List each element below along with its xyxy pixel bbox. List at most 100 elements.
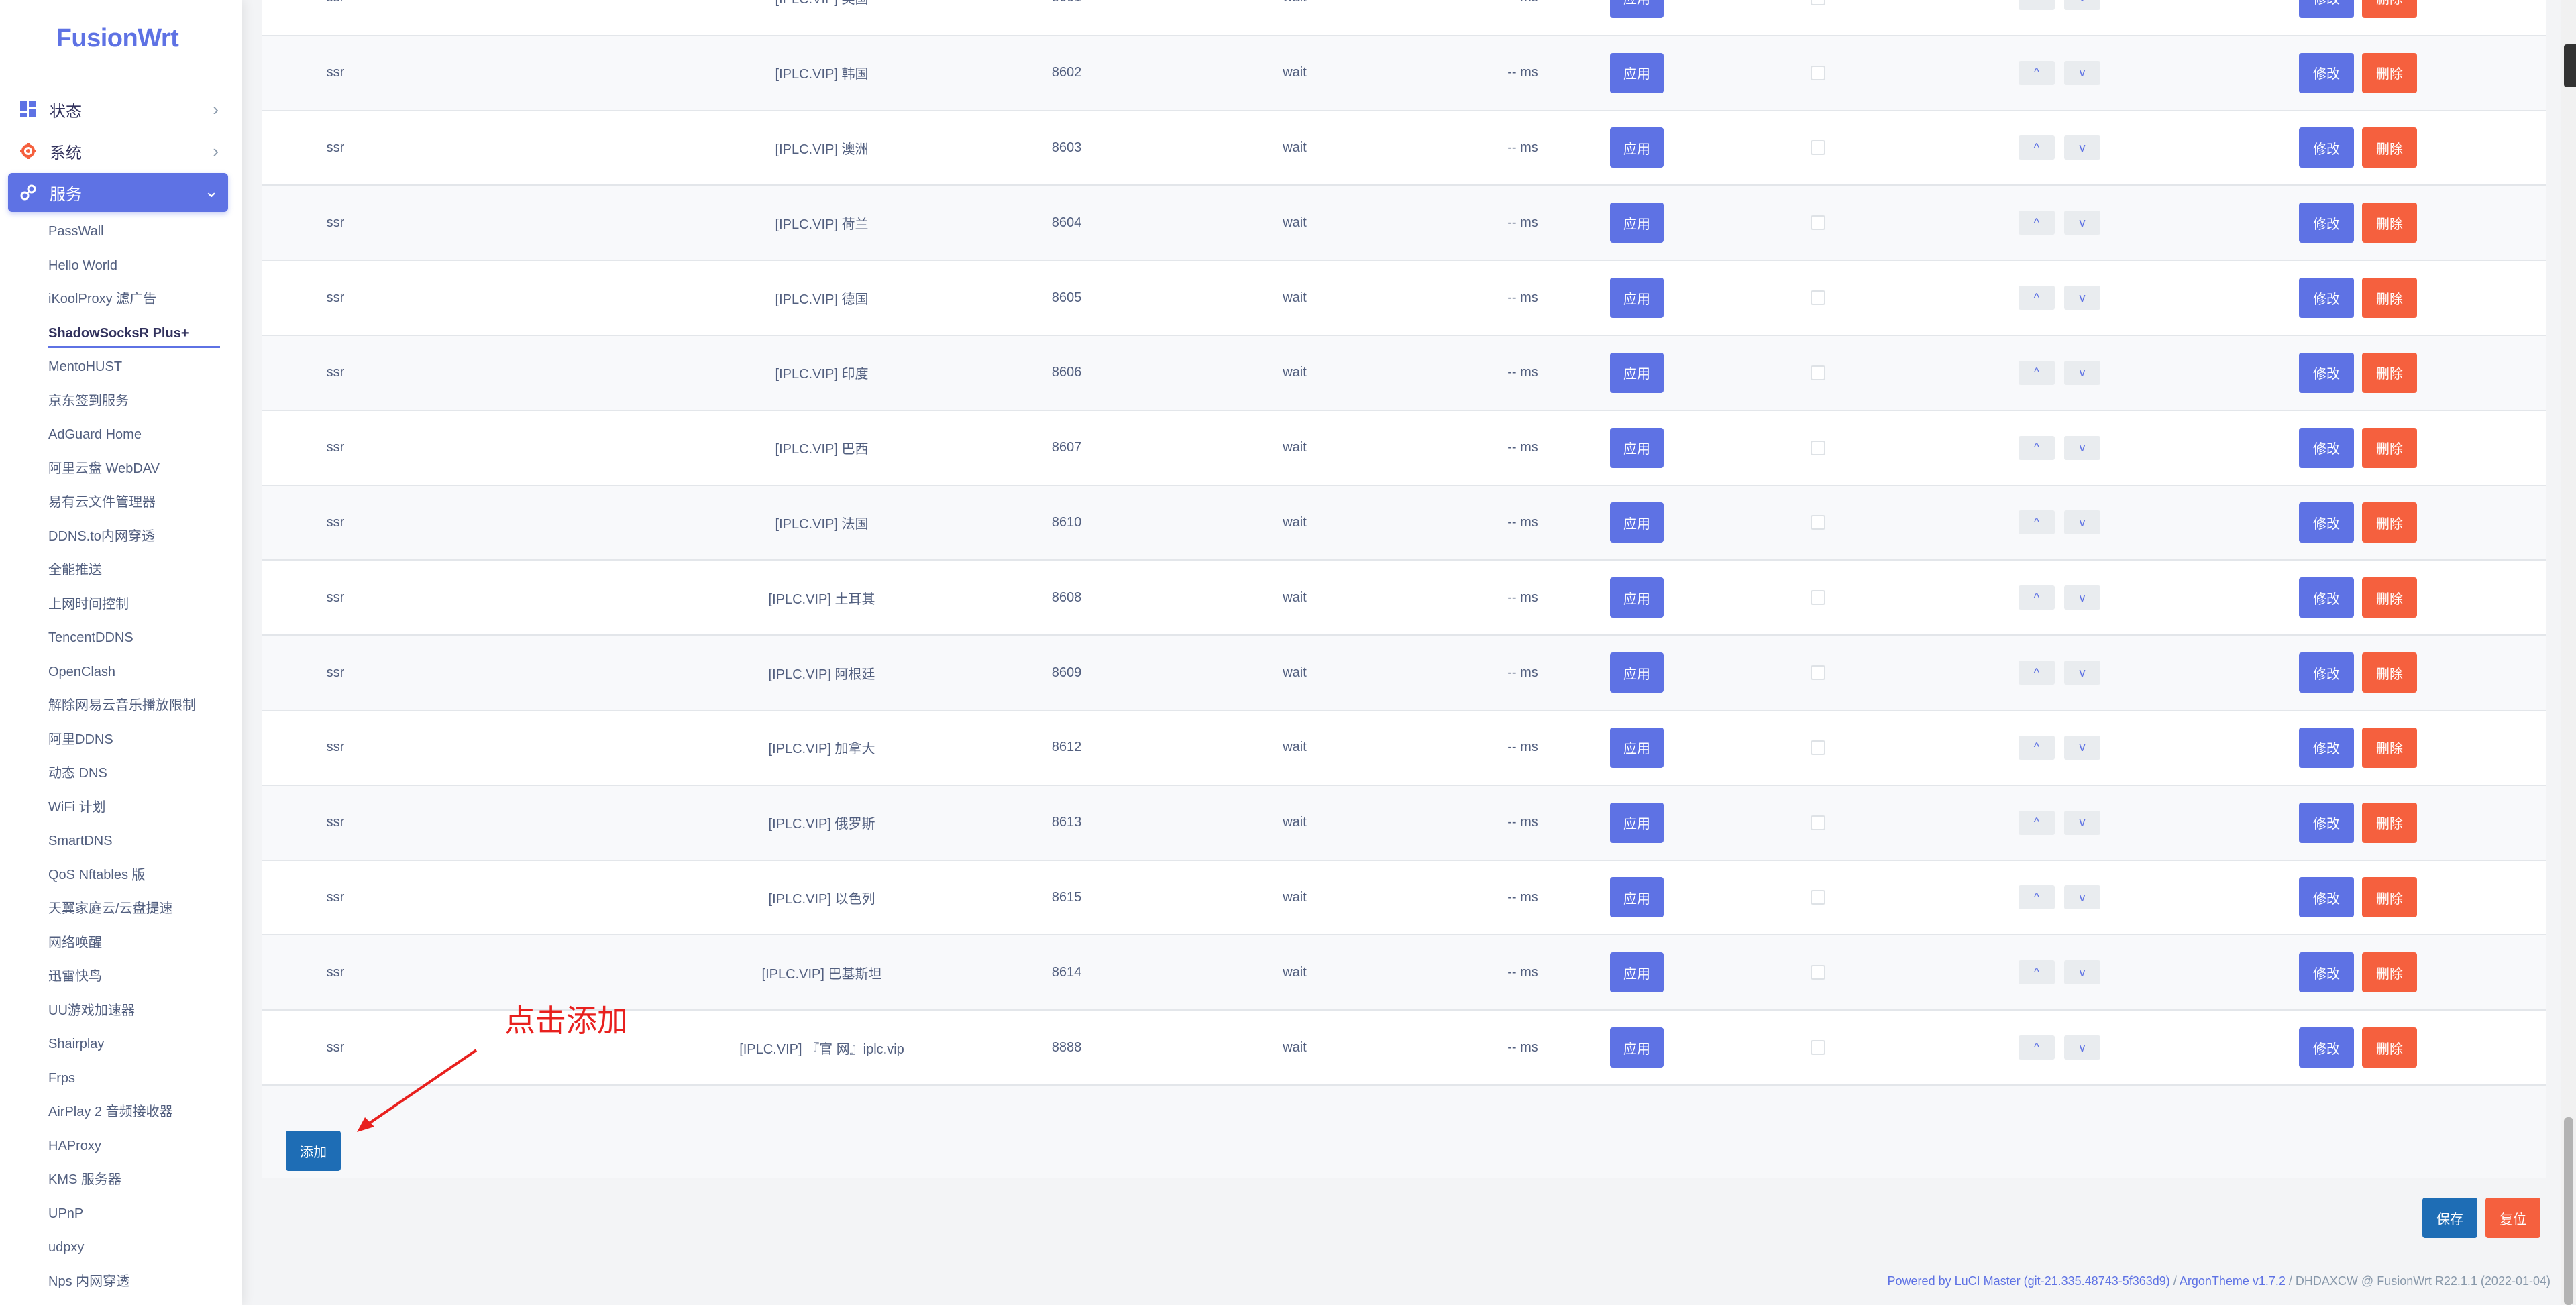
delete-button[interactable]: 删除 bbox=[2362, 802, 2417, 843]
apply-button[interactable]: 应用 bbox=[1610, 203, 1664, 243]
edit-button[interactable]: 修改 bbox=[2299, 127, 2354, 168]
move-up-button[interactable]: ^ bbox=[2019, 0, 2055, 10]
enable-checkbox[interactable] bbox=[1811, 740, 1825, 755]
sidebar-subitem[interactable]: PassWall bbox=[0, 215, 241, 249]
edit-button[interactable]: 修改 bbox=[2299, 952, 2354, 993]
sidebar-subitem[interactable]: 上网时间控制 bbox=[0, 587, 241, 622]
sidebar-subitem[interactable]: iKoolProxy 滤广告 bbox=[0, 282, 241, 317]
apply-button[interactable]: 应用 bbox=[1610, 52, 1664, 93]
sidebar-subitem[interactable]: Frps bbox=[0, 1062, 241, 1096]
sidebar-subitem[interactable]: UPnP bbox=[0, 1197, 241, 1231]
apply-button[interactable]: 应用 bbox=[1610, 802, 1664, 843]
move-down-button[interactable]: v bbox=[2064, 1035, 2100, 1060]
sidebar-subitem[interactable]: ShadowSocksR Plus+ bbox=[0, 317, 241, 351]
delete-button[interactable]: 删除 bbox=[2362, 203, 2417, 243]
delete-button[interactable]: 删除 bbox=[2362, 0, 2417, 18]
sidebar-subitem[interactable]: AirPlay 2 音频接收器 bbox=[0, 1095, 241, 1129]
delete-button[interactable]: 删除 bbox=[2362, 577, 2417, 618]
apply-button[interactable]: 应用 bbox=[1610, 1027, 1664, 1068]
move-up-button[interactable]: ^ bbox=[2019, 135, 2055, 160]
move-down-button[interactable]: v bbox=[2064, 585, 2100, 610]
sidebar-subitem[interactable]: 全能推送 bbox=[0, 553, 241, 587]
move-down-button[interactable]: v bbox=[2064, 810, 2100, 835]
move-up-button[interactable]: ^ bbox=[2019, 885, 2055, 910]
sidebar-subitem[interactable]: 京东签到服务 bbox=[0, 384, 241, 418]
enable-checkbox[interactable] bbox=[1811, 365, 1825, 380]
delete-button[interactable]: 删除 bbox=[2362, 352, 2417, 393]
move-up-button[interactable]: ^ bbox=[2019, 810, 2055, 835]
sidebar-subitem[interactable]: 阿里DDNS bbox=[0, 723, 241, 757]
move-up-button[interactable]: ^ bbox=[2019, 585, 2055, 610]
sidebar-subitem[interactable]: Shairplay bbox=[0, 1027, 241, 1062]
sidebar-subitem[interactable]: Nps 内网穿透 bbox=[0, 1265, 241, 1299]
sidebar-subitem[interactable]: TencentDDNS bbox=[0, 621, 241, 655]
enable-checkbox[interactable] bbox=[1811, 890, 1825, 905]
move-down-button[interactable]: v bbox=[2064, 211, 2100, 235]
move-up-button[interactable]: ^ bbox=[2019, 1035, 2055, 1060]
save-button[interactable]: 保存 bbox=[2422, 1198, 2477, 1238]
luci-link[interactable]: Powered by LuCI Master (git-21.335.48743… bbox=[1888, 1274, 2170, 1288]
move-down-button[interactable]: v bbox=[2064, 435, 2100, 460]
apply-button[interactable]: 应用 bbox=[1610, 427, 1664, 468]
scrollbar[interactable] bbox=[2561, 0, 2576, 1305]
move-up-button[interactable]: ^ bbox=[2019, 735, 2055, 760]
sidebar-item-status[interactable]: 状态 › bbox=[8, 90, 228, 129]
apply-button[interactable]: 应用 bbox=[1610, 652, 1664, 693]
sidebar-item-system[interactable]: 系统 › bbox=[8, 131, 228, 170]
apply-button[interactable]: 应用 bbox=[1610, 502, 1664, 543]
sidebar-subitem[interactable]: SmartDNS bbox=[0, 824, 241, 858]
enable-checkbox[interactable] bbox=[1811, 815, 1825, 830]
move-down-button[interactable]: v bbox=[2064, 135, 2100, 160]
sidebar-subitem[interactable]: UU游戏加速器 bbox=[0, 994, 241, 1028]
sidebar-subitem[interactable]: WiFi 计划 bbox=[0, 791, 241, 825]
move-up-button[interactable]: ^ bbox=[2019, 510, 2055, 535]
apply-button[interactable]: 应用 bbox=[1610, 278, 1664, 319]
edit-button[interactable]: 修改 bbox=[2299, 427, 2354, 468]
enable-checkbox[interactable] bbox=[1811, 965, 1825, 980]
move-down-button[interactable]: v bbox=[2064, 0, 2100, 10]
move-down-button[interactable]: v bbox=[2064, 60, 2100, 85]
edit-button[interactable]: 修改 bbox=[2299, 0, 2354, 18]
sidebar-subitem[interactable]: 网络唤醒 bbox=[0, 926, 241, 960]
theme-link[interactable]: ArgonTheme v1.7.2 bbox=[2180, 1274, 2286, 1288]
move-down-button[interactable]: v bbox=[2064, 885, 2100, 910]
edit-button[interactable]: 修改 bbox=[2299, 877, 2354, 918]
move-down-button[interactable]: v bbox=[2064, 510, 2100, 535]
edit-button[interactable]: 修改 bbox=[2299, 52, 2354, 93]
scrollbar-thumb[interactable] bbox=[2564, 1117, 2573, 1305]
move-up-button[interactable]: ^ bbox=[2019, 60, 2055, 85]
add-button[interactable]: 添加 bbox=[286, 1131, 341, 1171]
sidebar-subitem[interactable]: KMS 服务器 bbox=[0, 1163, 241, 1197]
enable-checkbox[interactable] bbox=[1811, 1040, 1825, 1056]
apply-button[interactable]: 应用 bbox=[1610, 877, 1664, 918]
sidebar-subitem[interactable]: 易有云文件管理器 bbox=[0, 486, 241, 520]
delete-button[interactable]: 删除 bbox=[2362, 1027, 2417, 1068]
delete-button[interactable]: 删除 bbox=[2362, 127, 2417, 168]
move-down-button[interactable]: v bbox=[2064, 735, 2100, 760]
edit-button[interactable]: 修改 bbox=[2299, 652, 2354, 693]
sidebar-subitem[interactable]: 阿里云盘 WebDAV bbox=[0, 452, 241, 486]
move-down-button[interactable]: v bbox=[2064, 960, 2100, 985]
apply-button[interactable]: 应用 bbox=[1610, 0, 1664, 18]
sidebar-subitem[interactable]: OpenClash bbox=[0, 655, 241, 689]
edit-button[interactable]: 修改 bbox=[2299, 727, 2354, 768]
sidebar-subitem[interactable]: 解除网易云音乐播放限制 bbox=[0, 689, 241, 723]
enable-checkbox[interactable] bbox=[1811, 0, 1825, 5]
sidebar-subitem[interactable]: QoS Nftables 版 bbox=[0, 858, 241, 893]
sidebar-subitem[interactable]: AdGuard Home bbox=[0, 418, 241, 452]
edit-button[interactable]: 修改 bbox=[2299, 1027, 2354, 1068]
move-up-button[interactable]: ^ bbox=[2019, 286, 2055, 310]
delete-button[interactable]: 删除 bbox=[2362, 427, 2417, 468]
apply-button[interactable]: 应用 bbox=[1610, 952, 1664, 993]
enable-checkbox[interactable] bbox=[1811, 290, 1825, 306]
apply-button[interactable]: 应用 bbox=[1610, 127, 1664, 168]
enable-checkbox[interactable] bbox=[1811, 665, 1825, 681]
move-down-button[interactable]: v bbox=[2064, 360, 2100, 385]
sidebar-subitem[interactable]: udpxy bbox=[0, 1231, 241, 1265]
move-down-button[interactable]: v bbox=[2064, 661, 2100, 685]
edit-button[interactable]: 修改 bbox=[2299, 577, 2354, 618]
delete-button[interactable]: 删除 bbox=[2362, 278, 2417, 319]
sidebar-subitem[interactable]: HAProxy bbox=[0, 1129, 241, 1164]
sidebar-subitem[interactable]: 动态 DNS bbox=[0, 756, 241, 791]
delete-button[interactable]: 删除 bbox=[2362, 502, 2417, 543]
